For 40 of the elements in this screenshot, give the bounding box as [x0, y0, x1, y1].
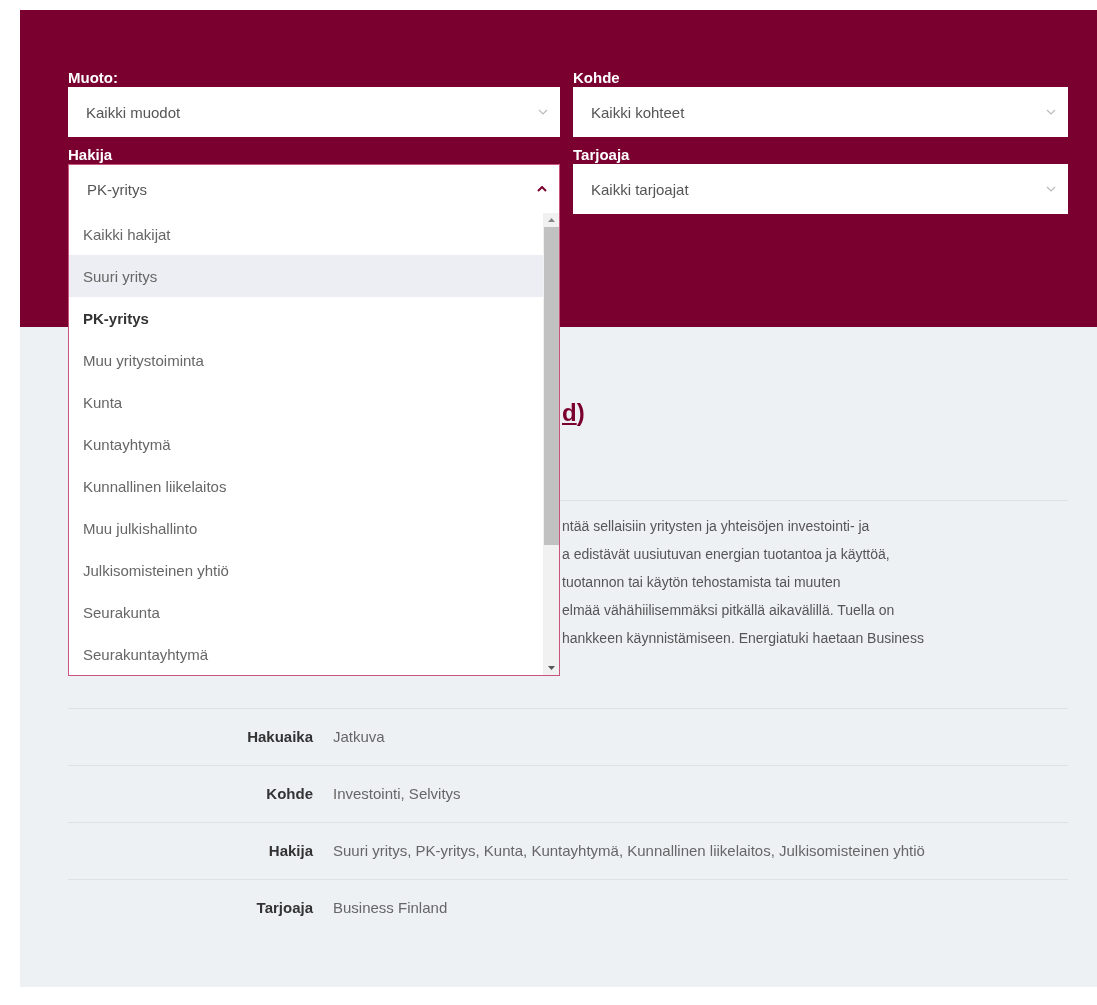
filter-label: Muoto:	[68, 68, 119, 87]
dropdown-option[interactable]: Kaikki hakijat	[69, 213, 543, 255]
dropdown-option[interactable]: PK-yritys	[69, 297, 543, 339]
dropdown-select[interactable]: Kaikki muodot	[68, 87, 560, 137]
dropdown-option[interactable]: Muu julkishallinto	[69, 507, 543, 549]
detail-label: Hakija	[267, 841, 313, 861]
result-title-link[interactable]: d	[562, 399, 577, 426]
dropdown-option[interactable]: Kunnallinen liikelaitos	[69, 465, 543, 507]
description-text: a edistävät uusiutuvan energian tuotantoa ja käyttöä,	[562, 545, 891, 564]
scroll-up-icon[interactable]	[547, 218, 555, 222]
detail-label: Tarjoaja	[255, 898, 313, 918]
dropdown-select[interactable]: Kaikki tarjoajat	[573, 164, 1068, 214]
dropdown-select[interactable]: Kaikki kohteet	[573, 87, 1068, 137]
description-text: ntää sellaisiin yritysten ja yhteisöjen investointi- ja	[562, 517, 871, 536]
detail-label: Hakuaika	[246, 727, 313, 747]
dropdown-option[interactable]: Seurakuntayhtymä	[69, 633, 543, 675]
scroll-down-icon[interactable]	[547, 666, 555, 670]
detail-value: Investointi, Selvitys	[333, 784, 462, 804]
dropdown-option[interactable]: Kunta	[69, 381, 543, 423]
dropdown-option[interactable]: Muu yritystoiminta	[69, 339, 543, 381]
detail-value: Jatkuva	[333, 727, 386, 747]
filter-label: Tarjoaja	[573, 145, 631, 164]
detail-value: Business Finland	[333, 898, 449, 918]
chevron-up-icon	[537, 186, 547, 192]
detail-value: Suuri yritys, PK-yritys, Kunta, Kuntayhtymä, Kunnallinen liikelaitos, Julkisomisteinen yhtiö	[333, 841, 926, 861]
scrollbar[interactable]	[543, 213, 559, 675]
dropdown-option[interactable]: Kuntayhtymä	[69, 423, 543, 465]
chevron-down-icon	[538, 109, 548, 115]
filter-label: Hakija	[68, 145, 114, 164]
description-text: elmää vähähiilisemmäksi pitkällä aikavälillä. Tuella on	[562, 601, 896, 620]
filter-label: Kohde	[573, 68, 621, 87]
detail-label: Kohde	[265, 784, 313, 804]
dropdown-option[interactable]: Suuri yritys	[69, 255, 543, 297]
description-text: hankkeen käynnistämiseen. Energiatuki haetaan Business	[562, 629, 925, 648]
result-title-text: )	[576, 399, 585, 426]
chevron-down-icon	[1046, 186, 1056, 192]
dropdown-option[interactable]: Seurakunta	[69, 591, 543, 633]
dropdown-option[interactable]: Julkisomisteinen yhtiö	[69, 549, 543, 591]
description-text: tuotannon tai käytön tehostamista tai muuten	[562, 573, 842, 592]
chevron-down-icon	[1046, 109, 1056, 115]
